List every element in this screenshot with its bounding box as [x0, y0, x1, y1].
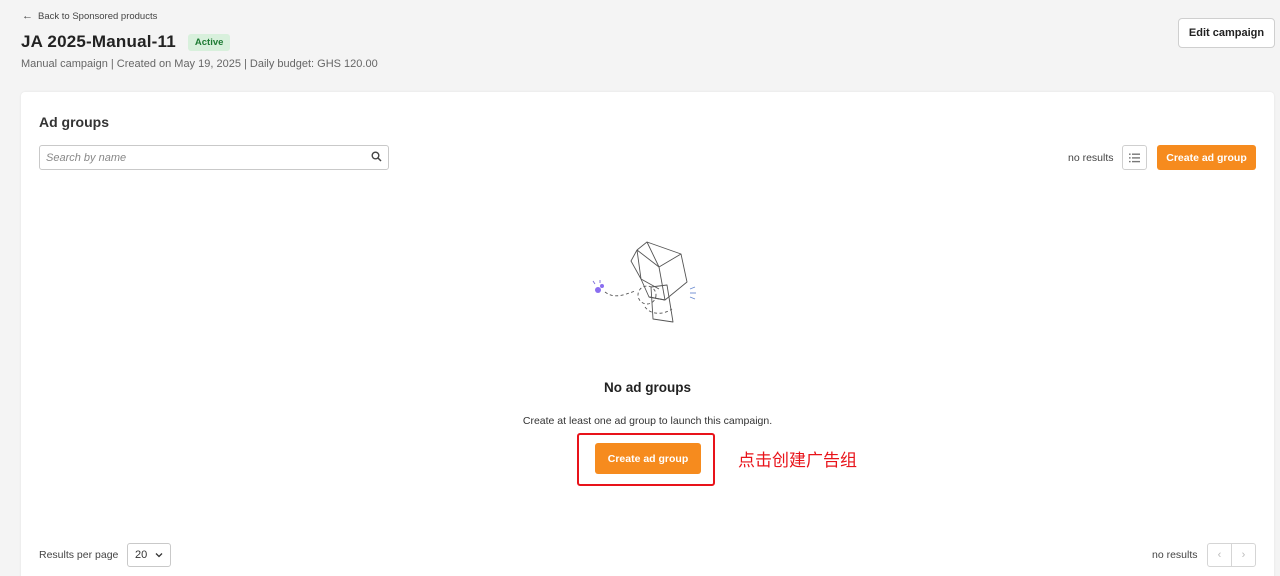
status-badge: Active	[187, 33, 231, 51]
campaign-meta: Manual campaign | Created on May 19, 202…	[21, 58, 378, 70]
arrow-left-icon: ←	[22, 10, 33, 22]
back-link-label: Back to Sponsored products	[38, 11, 158, 22]
page-title: JA 2025-Manual-11	[21, 32, 176, 51]
search-icon[interactable]	[371, 149, 382, 167]
chevron-down-icon	[155, 553, 163, 558]
results-per-page-value: 20	[135, 549, 148, 561]
search-input[interactable]	[46, 151, 346, 164]
empty-state-title: No ad groups	[604, 380, 691, 395]
section-title: Ad groups	[39, 114, 109, 130]
prev-page-button[interactable]: ‹	[1208, 544, 1232, 566]
results-count-top: no results	[1068, 152, 1114, 164]
edit-campaign-button[interactable]: Edit campaign	[1178, 18, 1275, 48]
annotation-label: 点击创建广告组	[738, 451, 857, 471]
results-count-bottom: no results	[1152, 549, 1198, 561]
title-row: JA 2025-Manual-11 Active	[21, 32, 231, 52]
empty-box-illustration	[592, 241, 696, 323]
empty-state-description: Create at least one ad group to launch t…	[522, 415, 773, 427]
results-per-page-label: Results per page	[39, 549, 119, 561]
back-link[interactable]: ← Back to Sponsored products	[22, 10, 158, 23]
next-page-button[interactable]: ›	[1232, 544, 1255, 566]
search-box	[39, 145, 389, 170]
pagination: ‹ ›	[1207, 543, 1256, 567]
ad-groups-card: Ad groups no results Create ad group	[21, 92, 1274, 576]
create-ad-group-button-top[interactable]: Create ad group	[1157, 145, 1256, 170]
list-view-button[interactable]	[1122, 145, 1147, 170]
create-ad-group-button[interactable]: Create ad group	[595, 443, 701, 474]
list-icon	[1129, 153, 1140, 162]
results-per-page-select[interactable]: 20	[127, 543, 171, 567]
